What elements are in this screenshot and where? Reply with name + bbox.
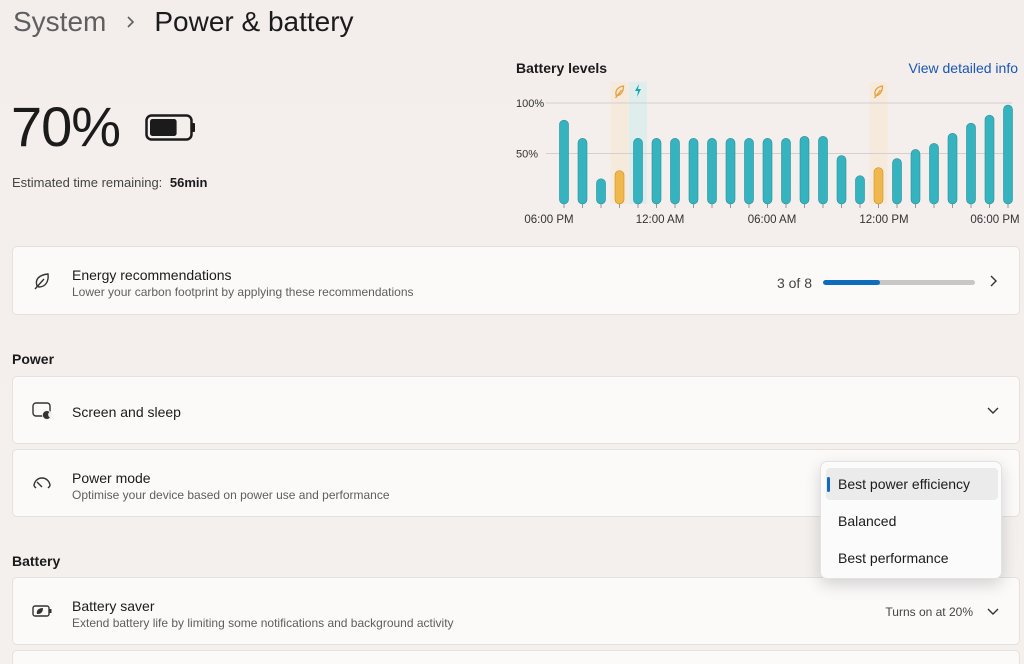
estimated-time-remaining: Estimated time remaining: 56min: [12, 175, 207, 190]
battery-bar: [799, 136, 810, 205]
battery-bar: [984, 114, 995, 205]
leaf-icon: [34, 272, 49, 289]
battery-bar: [633, 138, 643, 205]
y-tick-label: 50%: [516, 149, 538, 161]
power-mode-subtitle: Optimise your device based on power use …: [72, 488, 390, 502]
battery-bar: [559, 119, 569, 205]
power-mode-dropdown[interactable]: Best power efficiency Balanced Best perf…: [820, 461, 1002, 579]
battery-bar: [836, 155, 847, 205]
battery-saver-subtitle: Extend battery life by limiting some not…: [72, 616, 454, 630]
breadcrumb-system[interactable]: System: [13, 6, 106, 38]
battery-bar: [670, 138, 680, 205]
battery-saver-icon: [32, 605, 52, 617]
x-tick-label: 06:00 PM: [524, 214, 573, 226]
chevron-down-icon[interactable]: [987, 605, 999, 617]
battery-bar: [651, 138, 662, 205]
page-title: Power & battery: [154, 6, 354, 37]
chevron-right-icon: [127, 16, 135, 28]
screen-sleep-title: Screen and sleep: [72, 404, 181, 420]
battery-saver-card[interactable]: Battery saver Extend battery life by lim…: [12, 577, 1020, 645]
battery-bar: [688, 138, 699, 205]
battery-section-heading: Battery: [12, 553, 61, 569]
battery-saver-title: Battery saver: [72, 598, 155, 614]
battery-bar: [873, 167, 884, 205]
battery-bar: [781, 138, 791, 205]
estimate-label: Estimated time remaining:: [12, 175, 163, 190]
energy-subtitle: Lower your carbon footprint by applying …: [72, 285, 414, 299]
battery-bar: [929, 143, 939, 205]
battery-bar: [855, 175, 865, 205]
battery-bar: [596, 178, 606, 205]
power-mode-option-best-performance[interactable]: Best performance: [826, 542, 998, 574]
power-section-heading: Power: [12, 351, 55, 367]
y-tick-label: 100%: [516, 98, 544, 110]
battery-levels-chart: 100% 50% 06:00 PM 12:00 AM 06:00 AM 12:00 PM 0…: [516, 82, 1020, 226]
x-tick-label: 06:00 AM: [748, 214, 797, 226]
chevron-down-icon: [987, 407, 999, 414]
battery-icon: [145, 114, 195, 141]
energy-title: Energy recommendations: [72, 267, 232, 283]
battery-bar: [577, 138, 588, 205]
power-mode-option-balanced[interactable]: Balanced: [826, 505, 998, 537]
view-detailed-info-link[interactable]: View detailed info: [909, 60, 1018, 76]
screen-and-sleep-card[interactable]: Screen and sleep: [12, 376, 1020, 444]
battery-bar: [1003, 104, 1013, 205]
battery-bar: [707, 138, 717, 205]
estimate-value: 56min: [169, 175, 208, 190]
energy-progress-text: 3 of 8: [776, 275, 812, 291]
battery-saver-status: Turns on at 20%: [885, 605, 973, 619]
battery-bar: [744, 138, 754, 205]
battery-bar: [818, 136, 828, 205]
breadcrumb: System Power & battery: [13, 4, 354, 40]
next-settings-card[interactable]: [12, 650, 1020, 664]
chevron-right-icon: [990, 275, 997, 286]
power-mode-title: Power mode: [72, 470, 151, 486]
battery-bar: [947, 132, 958, 205]
battery-bar: [910, 149, 921, 205]
battery-bar: [614, 170, 625, 205]
battery-percentage: 70%: [11, 95, 121, 158]
battery-bar: [966, 122, 976, 205]
battery-bar: [762, 138, 773, 205]
x-tick-label: 06:00 PM: [970, 214, 1019, 226]
energy-progress-bar: [823, 280, 975, 285]
chart-title: Battery levels: [516, 60, 608, 76]
battery-bar: [725, 138, 736, 205]
x-tick-label: 12:00 AM: [636, 214, 685, 226]
screen-sleep-icon: [32, 402, 52, 420]
battery-bar: [892, 158, 902, 205]
energy-recommendations-card[interactable]: Energy recommendations Lower your carbon…: [12, 246, 1020, 315]
speedometer-icon: [33, 477, 51, 489]
x-tick-label: 12:00 PM: [859, 214, 908, 226]
energy-progress-fill: [823, 280, 880, 285]
power-mode-option-best-efficiency[interactable]: Best power efficiency: [826, 468, 998, 500]
